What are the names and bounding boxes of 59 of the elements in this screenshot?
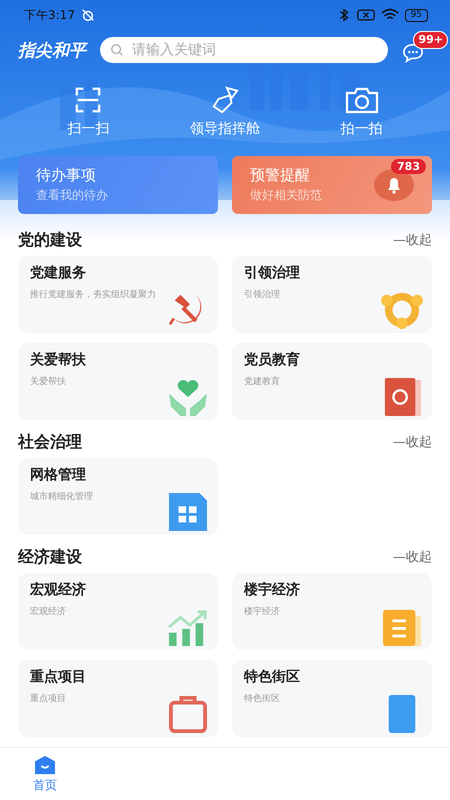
card-title: 预警提醒: [250, 166, 311, 185]
tab-item[interactable]: 首页: [0, 748, 90, 800]
grid-document-icon: [166, 493, 210, 531]
section-title: 党的建设: [18, 230, 82, 250]
card-title: 特色街区: [244, 668, 301, 686]
module-card[interactable]: 重点项目 重点项目: [18, 660, 218, 737]
card-title: 引领治理: [244, 264, 301, 282]
document-icon: [380, 608, 424, 646]
briefcase-icon: [166, 695, 210, 733]
home-icon: [34, 754, 56, 774]
card-title: 待办事项: [36, 166, 97, 185]
card-subtitle: 宏观经济: [30, 606, 67, 618]
search-field[interactable]: 请输入关键词: [100, 37, 388, 63]
heart-hands-icon: [166, 378, 210, 416]
card-title: 楼宇经济: [244, 581, 301, 599]
card-subtitle: 推行党建服务，夯实组织凝聚力: [30, 288, 157, 301]
module-card[interactable]: 关爱帮扶 关爱帮扶: [18, 343, 218, 420]
section-title: 社会治理: [18, 432, 82, 452]
alarm-off-icon: [80, 8, 95, 22]
wifi-icon: [380, 8, 399, 22]
section-title: 经济建设: [18, 546, 82, 568]
app-logo: 指尖和平: [18, 40, 86, 62]
card-title: 宏观经济: [30, 581, 87, 599]
ring-icon: [380, 291, 424, 329]
chat-icon[interactable]: [402, 43, 424, 63]
collapse-link[interactable]: —收起: [393, 231, 432, 249]
collapse-link[interactable]: —收起: [393, 548, 432, 566]
collapse-link[interactable]: —收起: [393, 433, 432, 451]
card-title: 党建服务: [30, 264, 87, 282]
quick-action[interactable]: 扫一扫: [33, 86, 144, 138]
shortcut-card[interactable]: 预警提醒 做好相关防范 783: [232, 156, 432, 214]
module-card[interactable]: 楼宇经济 楼宇经济: [232, 573, 432, 650]
module-card[interactable]: 特色街区 特色街区: [232, 660, 432, 737]
card-subtitle: 城市精细化管理: [30, 490, 94, 503]
camera-icon: [344, 86, 379, 114]
battery-level: 95: [404, 8, 428, 22]
module-card[interactable]: 宏观经济 宏观经济: [18, 573, 218, 650]
card-title: 重点项目: [30, 668, 87, 686]
card-title: 党员教育: [244, 351, 301, 369]
card-title: 关爱帮扶: [30, 351, 87, 369]
search-icon: [110, 43, 124, 57]
card-subtitle: 引领治理: [244, 288, 281, 301]
alert-count-badge: 783: [391, 159, 426, 174]
module-card[interactable]: 党员教育 党建教育: [232, 343, 432, 420]
module-card[interactable]: 党建服务 推行党建服务，夯实组织凝聚力: [18, 256, 218, 333]
bell-icon: [374, 169, 414, 201]
card-subtitle: 楼宇经济: [244, 606, 281, 618]
card-title: 网格管理: [30, 466, 87, 484]
module-card[interactable]: 引领治理 引领治理: [232, 256, 432, 333]
card-subtitle: 关爱帮扶: [30, 376, 67, 388]
message-count-badge: 99+: [413, 31, 448, 49]
card-subtitle: 特色街区: [244, 692, 281, 705]
sim-icon: [356, 8, 375, 22]
module-card[interactable]: 网格管理 城市精细化管理: [18, 458, 218, 535]
status-time: 下午3:17: [24, 6, 75, 24]
card-subtitle: 重点项目: [30, 692, 67, 705]
card-subtitle: 党建教育: [244, 375, 281, 388]
card-subtitle: 查看我的待办: [36, 187, 108, 204]
card-subtitle: 做好相关防范: [250, 187, 322, 204]
